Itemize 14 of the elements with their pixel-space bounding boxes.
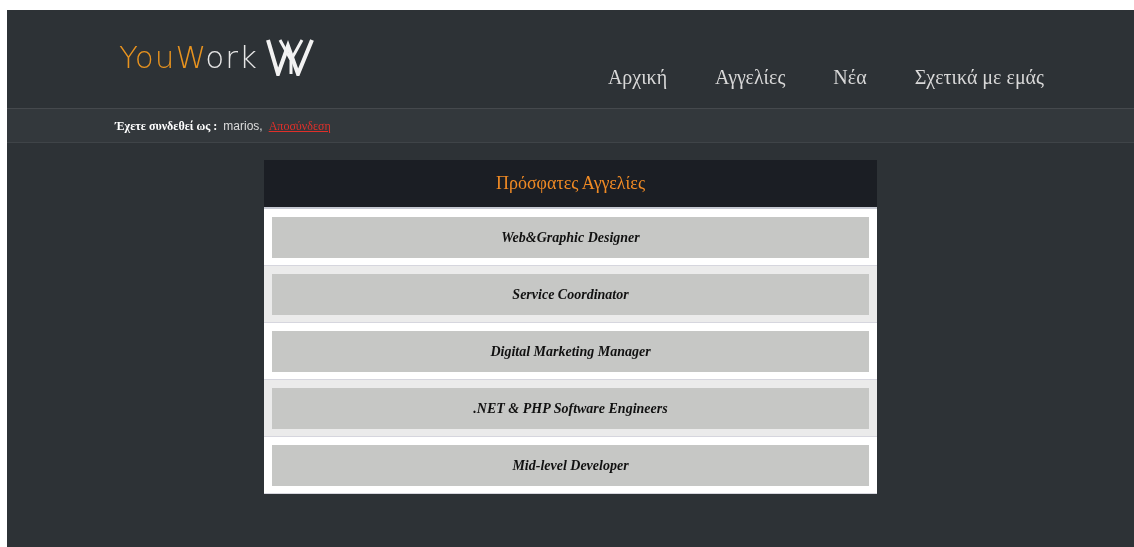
job-button[interactable]: .NET & PHP Software Engineers <box>272 387 869 429</box>
job-button[interactable]: Digital Marketing Manager <box>272 330 869 372</box>
job-button[interactable]: Service Coordinator <box>272 273 869 315</box>
logo-text[interactable]: YouWork <box>119 41 258 73</box>
job-button[interactable]: Web&Graphic Designer <box>272 216 869 258</box>
card-title: Πρόσφατες Αγγελίες <box>495 172 646 195</box>
job-button[interactable]: Mid-level Developer <box>272 444 869 486</box>
nav-link[interactable]: Νέα <box>833 62 867 92</box>
nav-link[interactable]: Αγγελίες <box>715 62 786 92</box>
username: marios, <box>223 117 263 135</box>
logged-in-label: Έχετε συνδεθεί ως : <box>115 117 218 135</box>
logo-mark-icon <box>265 38 316 76</box>
nav-link[interactable]: Σχετικά με εμάς <box>914 62 1044 92</box>
nav-link[interactable]: Αρχική <box>607 62 668 92</box>
